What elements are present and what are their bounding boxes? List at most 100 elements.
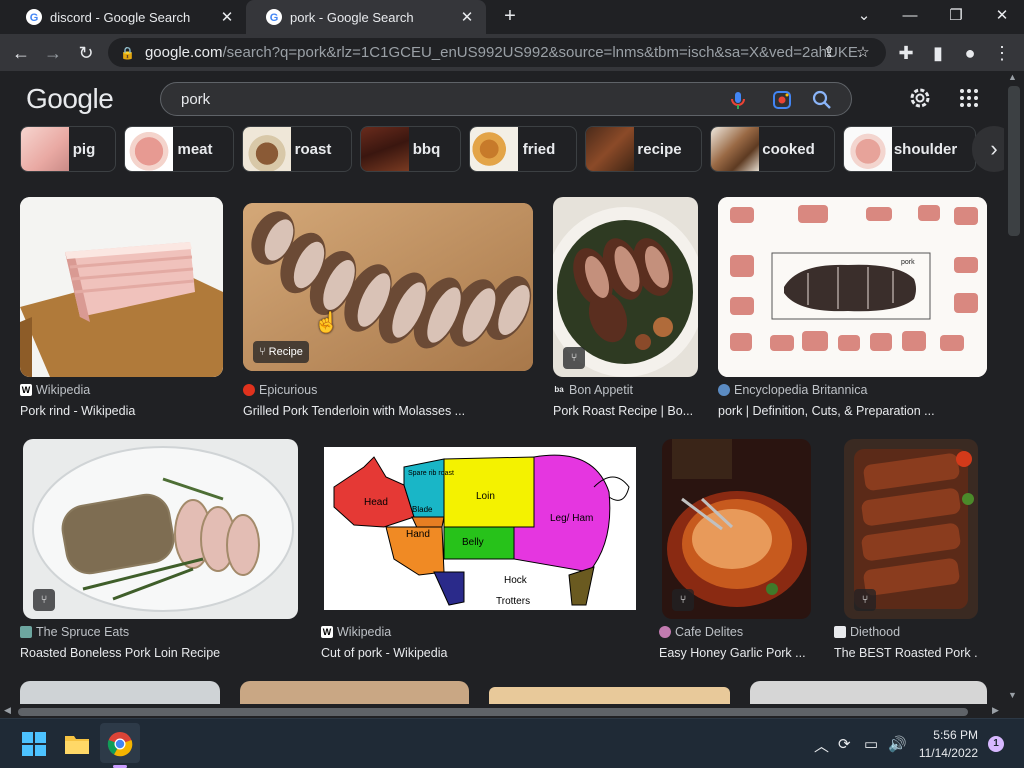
- side-panel-icon[interactable]: ▮: [925, 40, 951, 66]
- pig-cut-label: Hock: [504, 575, 528, 586]
- search-input[interactable]: pork: [181, 91, 210, 108]
- tab-close-icon[interactable]: ✕: [218, 8, 236, 26]
- clock-date[interactable]: 11/14/2022: [916, 746, 978, 760]
- tab-close-icon[interactable]: ✕: [458, 8, 476, 26]
- scroll-left-arrow-icon[interactable]: ◀: [4, 705, 11, 716]
- result-image[interactable]: ⑂ Recipe: [243, 203, 533, 371]
- google-favicon-icon: G: [26, 9, 42, 25]
- chip-label: fried: [522, 140, 556, 158]
- search-icon[interactable]: [811, 89, 833, 111]
- image-result[interactable]: W Wikipedia Pork rind - Wikipedia: [20, 197, 223, 427]
- result-image[interactable]: Head Spare rib roast Blade Loin Hand Bel…: [324, 447, 636, 610]
- result-source[interactable]: Epicurious: [243, 383, 317, 397]
- microphone-icon[interactable]: [727, 89, 749, 111]
- recipe-badge: ⑂ Recipe: [253, 341, 309, 363]
- result-title[interactable]: Cut of pork - Wikipedia: [321, 646, 636, 660]
- image-result[interactable]: pork Encyclopedia Britannica pork | Defi…: [718, 197, 987, 427]
- result-image[interactable]: ⑂: [23, 439, 298, 619]
- network-icon[interactable]: ▭: [864, 735, 878, 753]
- tab-search-chevron-icon[interactable]: ⌄: [850, 4, 878, 28]
- lens-camera-icon[interactable]: [771, 89, 793, 111]
- chip-cooked[interactable]: cooked: [710, 126, 835, 172]
- image-result[interactable]: ⑂ Cafe Delites Easy Honey Garlic Pork ..…: [659, 439, 811, 669]
- chrome-icon[interactable]: [106, 730, 134, 758]
- image-result[interactable]: ⑂ Recipe Epicurious Grilled Pork Tenderl…: [243, 197, 533, 427]
- extensions-puzzle-icon[interactable]: ✚: [893, 40, 919, 66]
- result-source[interactable]: Diethood: [834, 625, 900, 639]
- source-name: Wikipedia: [337, 625, 392, 639]
- result-title[interactable]: Pork rind - Wikipedia: [20, 404, 223, 418]
- search-box[interactable]: pork: [160, 82, 852, 116]
- bon-appetit-icon: ba: [553, 384, 565, 396]
- pork-cuts-chart-image: pork: [718, 197, 987, 377]
- profile-avatar-icon[interactable]: ●: [957, 40, 983, 66]
- tab-pork[interactable]: G pork - Google Search ✕: [246, 0, 486, 34]
- chip-fried[interactable]: fried: [469, 126, 577, 172]
- chip-bbq[interactable]: bbq: [360, 126, 461, 172]
- bookmark-star-icon[interactable]: ☆: [852, 42, 874, 64]
- image-result[interactable]: ⑂ The Spruce Eats Roasted Boneless Pork …: [20, 439, 298, 669]
- result-source[interactable]: Encyclopedia Britannica: [718, 383, 867, 397]
- share-icon[interactable]: ⇪: [818, 42, 840, 64]
- result-title[interactable]: Easy Honey Garlic Pork ...: [659, 646, 811, 660]
- tray-overflow-chevron-icon[interactable]: ︿: [814, 735, 829, 756]
- chrome-menu-icon[interactable]: ⋮: [989, 40, 1015, 66]
- notification-badge[interactable]: 1: [988, 736, 1004, 752]
- result-image[interactable]: pork: [718, 197, 987, 377]
- result-source[interactable]: W Wikipedia: [321, 625, 391, 639]
- back-button[interactable]: ←: [8, 40, 34, 66]
- lock-icon: 🔒: [120, 45, 135, 60]
- result-image[interactable]: ⑂: [662, 439, 811, 619]
- clock-time[interactable]: 5:56 PM: [916, 728, 978, 742]
- image-result[interactable]: Head Spare rib roast Blade Loin Hand Bel…: [321, 439, 636, 669]
- result-source[interactable]: The Spruce Eats: [20, 625, 129, 639]
- result-title[interactable]: The BEST Roasted Pork ...: [834, 646, 978, 660]
- new-tab-button[interactable]: +: [496, 4, 524, 28]
- scroll-up-arrow-icon[interactable]: ▲: [1008, 72, 1017, 82]
- google-logo[interactable]: Google: [26, 83, 114, 115]
- image-result[interactable]: ⑂ ba Bon Appetit Pork Roast Recipe | Bo.…: [553, 197, 698, 427]
- result-title[interactable]: pork | Definition, Cuts, & Preparation .…: [718, 404, 987, 418]
- chip-thumbnail: [125, 127, 173, 171]
- chip-shoulder[interactable]: shoulder: [843, 126, 976, 172]
- settings-gear-icon[interactable]: [907, 85, 933, 111]
- image-result-partial[interactable]: [489, 687, 730, 704]
- tab-discord[interactable]: G discord - Google Search ✕: [6, 0, 246, 34]
- result-image[interactable]: ⑂: [844, 439, 978, 619]
- volume-icon[interactable]: 🔊: [888, 735, 907, 753]
- result-image[interactable]: ⑂: [553, 197, 698, 377]
- address-bar[interactable]: 🔒 google.com /search?q=pork&rlz=1C1GCEU_…: [108, 38, 886, 67]
- chip-label: meat: [177, 140, 213, 158]
- image-result-partial[interactable]: [20, 681, 220, 704]
- image-result[interactable]: ⑂ Diethood The BEST Roasted Pork ...: [834, 439, 978, 669]
- restore-button[interactable]: ❐: [942, 4, 970, 28]
- reload-button[interactable]: ↻: [73, 40, 99, 66]
- file-explorer-icon[interactable]: [63, 730, 91, 758]
- scroll-down-arrow-icon[interactable]: ▼: [1008, 690, 1017, 700]
- scroll-right-arrow-icon[interactable]: ▶: [992, 705, 999, 716]
- chip-label: recipe: [637, 140, 682, 158]
- windows-start-icon[interactable]: [20, 730, 48, 758]
- sync-icon[interactable]: ⟳: [838, 735, 851, 753]
- minimize-button[interactable]: —: [896, 4, 924, 28]
- result-source[interactable]: ba Bon Appetit: [553, 383, 633, 397]
- result-title[interactable]: Roasted Boneless Pork Loin Recipe: [20, 646, 298, 660]
- google-favicon-icon: G: [266, 9, 282, 25]
- image-result-partial[interactable]: [240, 681, 469, 704]
- close-window-button[interactable]: ✕: [988, 4, 1016, 28]
- forward-button[interactable]: →: [40, 40, 66, 66]
- image-result-partial[interactable]: [750, 681, 987, 704]
- horizontal-scroll-thumb[interactable]: [18, 708, 968, 716]
- result-image[interactable]: [20, 197, 223, 377]
- apps-grid-icon[interactable]: [959, 88, 979, 108]
- result-source[interactable]: W Wikipedia: [20, 383, 90, 397]
- chip-recipe[interactable]: recipe: [585, 126, 702, 172]
- result-title[interactable]: Grilled Pork Tenderloin with Molasses ..…: [243, 404, 533, 418]
- result-source[interactable]: Cafe Delites: [659, 625, 743, 639]
- chip-roast[interactable]: roast: [242, 126, 352, 172]
- chip-meat[interactable]: meat: [124, 126, 234, 172]
- svg-text:G: G: [270, 12, 279, 24]
- result-title[interactable]: Pork Roast Recipe | Bo...: [553, 404, 698, 418]
- vertical-scroll-thumb[interactable]: [1008, 86, 1020, 236]
- chip-pig[interactable]: pig: [20, 126, 116, 172]
